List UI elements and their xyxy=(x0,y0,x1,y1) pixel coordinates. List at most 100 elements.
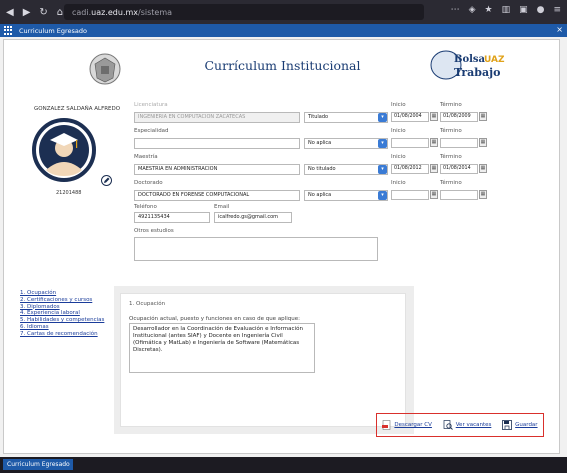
otros-estudios-label: Otros estudios xyxy=(134,228,174,234)
licenciatura-status-value: Titulado xyxy=(308,114,329,120)
pdf-icon xyxy=(382,420,391,430)
calendar-icon[interactable]: ▦ xyxy=(430,190,438,199)
calendar-icon[interactable]: ▦ xyxy=(479,164,487,173)
svg-text:Bolsa: Bolsa xyxy=(454,54,486,65)
doctorado-termino-label: Término xyxy=(440,180,462,186)
email-field[interactable]: icalfredo.gs@gmail.com xyxy=(214,212,292,223)
menu-dots-icon[interactable]: ⋯ xyxy=(451,5,460,15)
chevron-down-icon: ▾ xyxy=(378,165,387,174)
especialidad-label: Especialidad xyxy=(134,128,169,134)
maestria-status-select[interactable]: No titulado ▾ xyxy=(304,164,388,175)
especialidad-inicio-field[interactable] xyxy=(391,138,429,148)
especialidad-status-select[interactable]: No aplica ▾ xyxy=(304,138,388,149)
licenciatura-status-select[interactable]: Titulado ▾ xyxy=(304,112,388,123)
especialidad-field[interactable] xyxy=(134,138,300,149)
browser-toolbar: ◀ ▶ ↻ ⌂ cadi. uaz.edu.mx/sistema ⋯ ◈ ★ ▥ … xyxy=(0,0,567,24)
save-label: Guardar xyxy=(515,422,538,428)
doctorado-inicio-field[interactable] xyxy=(391,190,429,200)
reload-icon[interactable]: ↻ xyxy=(39,7,47,18)
maestria-termino-field[interactable]: 01/08/2014 xyxy=(440,164,478,174)
email-label: Email xyxy=(214,204,230,210)
url-bar[interactable]: cadi. uaz.edu.mx/sistema xyxy=(64,4,424,20)
licenciatura-termino-label: Término xyxy=(440,102,462,108)
menu-item-cartas[interactable]: 7. Cartas de recomendación xyxy=(20,331,104,338)
chevron-down-icon: ▾ xyxy=(378,191,387,200)
occupation-question: Ocupación actual, puesto y funciones en … xyxy=(129,316,300,322)
doctorado-status-value: No aplica xyxy=(308,192,332,198)
taskbar: Curriculum Egresado xyxy=(0,457,567,473)
doctorado-inicio-label: Inicio xyxy=(391,180,406,186)
graduate-name: GONZALEZ SALDAÑA ALFREDO xyxy=(34,106,121,112)
student-id: 21201488 xyxy=(56,190,82,196)
forward-icon[interactable]: ▶ xyxy=(23,7,31,18)
menu-item-ocupacion[interactable]: 1. Ocupación xyxy=(20,290,104,297)
curriculum-form: Currículum Institucional Bolsa UAZ Traba… xyxy=(3,39,560,454)
calendar-icon[interactable]: ▦ xyxy=(479,112,487,121)
licenciatura-termino-field[interactable]: 01/08/2009 xyxy=(440,112,478,122)
url-host: uaz.edu.mx xyxy=(91,7,139,17)
edit-photo-icon[interactable] xyxy=(101,175,112,186)
save-button[interactable]: Guardar xyxy=(502,420,538,430)
browser-window: ◀ ▶ ↻ ⌂ cadi. uaz.edu.mx/sistema ⋯ ◈ ★ ▥ … xyxy=(0,0,567,473)
maestria-inicio-label: Inicio xyxy=(391,154,406,160)
calendar-icon[interactable]: ▦ xyxy=(430,112,438,121)
calendar-icon[interactable]: ▦ xyxy=(430,138,438,147)
occupation-heading: 1. Ocupación xyxy=(129,301,166,307)
doctorado-field[interactable]: DOCTORADO EN FORENSE COMPUTACIONAL xyxy=(134,190,300,201)
doctorado-termino-field[interactable] xyxy=(440,190,478,200)
menu-item-experiencia[interactable]: 4. Experiencia laboral xyxy=(20,310,104,317)
page-body: Currículum Institucional Bolsa UAZ Traba… xyxy=(0,37,567,457)
taskbar-tab[interactable]: Curriculum Egresado xyxy=(3,459,73,470)
svg-text:Trabajo: Trabajo xyxy=(454,66,500,79)
avatar xyxy=(32,118,96,182)
bolsa-de-trabajo-logo: Bolsa UAZ Trabajo xyxy=(430,50,505,80)
licenciatura-inicio-label: Inicio xyxy=(391,102,406,108)
shield-icon[interactable]: ◈ xyxy=(469,5,476,15)
otros-estudios-field[interactable] xyxy=(134,237,378,261)
menu-item-idiomas[interactable]: 6. Idiomas xyxy=(20,324,104,331)
section-menu: 1. Ocupación 2. Certificaciones y cursos… xyxy=(20,290,104,338)
magnifier-document-icon xyxy=(443,420,453,430)
library-icon[interactable]: ▥ xyxy=(502,5,511,15)
menu-item-habilidades[interactable]: 5. Habilidades y competencias xyxy=(20,317,104,324)
menu-item-certificaciones[interactable]: 2. Certificaciones y cursos xyxy=(20,297,104,304)
calendar-icon[interactable]: ▦ xyxy=(479,138,487,147)
url-path: /sistema xyxy=(138,7,173,17)
doctorado-status-select[interactable]: No aplica ▾ xyxy=(304,190,388,201)
hamburger-icon[interactable]: ≡ xyxy=(553,5,561,15)
view-vacancies-label: Ver vacantes xyxy=(455,422,492,428)
chevron-down-icon: ▾ xyxy=(378,139,387,148)
licenciatura-field[interactable]: INGENIERIA EN COMPUTACION ZACATECAS xyxy=(134,112,300,123)
view-vacancies-button[interactable]: Ver vacantes xyxy=(443,420,492,430)
download-cv-button[interactable]: Descargar CV xyxy=(382,420,432,430)
close-icon[interactable]: × xyxy=(556,25,563,34)
maestria-inicio-field[interactable]: 01/08/2012 xyxy=(391,164,429,174)
telefono-field[interactable]: 4921135434 xyxy=(134,212,210,223)
maestria-status-value: No titulado xyxy=(308,166,336,172)
calendar-icon[interactable]: ▦ xyxy=(479,190,487,199)
chevron-down-icon: ▾ xyxy=(378,113,387,122)
app-titlebar: Curriculum Egresado × xyxy=(0,24,567,37)
url-prefix: cadi. xyxy=(72,7,92,17)
star-icon[interactable]: ★ xyxy=(484,5,492,15)
action-bar: Descargar CV Ver vacantes Guardar xyxy=(376,413,544,437)
telefono-label: Teléfono xyxy=(134,204,157,210)
back-icon[interactable]: ◀ xyxy=(6,7,14,18)
extensions-icon[interactable]: ▣ xyxy=(519,5,528,15)
calendar-icon[interactable]: ▦ xyxy=(430,164,438,173)
svg-text:UAZ: UAZ xyxy=(484,55,505,65)
licenciatura-inicio-field[interactable]: 01/08/2004 xyxy=(391,112,429,122)
occupation-textarea[interactable]: Desarrollador en la Coordinación de Eval… xyxy=(129,323,315,373)
home-icon[interactable]: ⌂ xyxy=(57,7,63,18)
especialidad-termino-field[interactable] xyxy=(440,138,478,148)
occupation-panel: 1. Ocupación Ocupación actual, puesto y … xyxy=(120,293,406,427)
app-title: Curriculum Egresado xyxy=(19,26,87,35)
account-icon[interactable]: ● xyxy=(537,5,545,15)
apps-grid-icon[interactable] xyxy=(4,26,13,35)
menu-item-diplomados[interactable]: 3. Diplomados xyxy=(20,304,104,311)
save-icon xyxy=(502,420,513,430)
licenciatura-label: Licenciatura xyxy=(134,102,168,108)
maestria-field[interactable]: MAESTRIA EN ADMINISTRACION xyxy=(134,164,300,175)
especialidad-status-value: No aplica xyxy=(308,140,332,146)
doctorado-label: Doctorado xyxy=(134,180,163,186)
